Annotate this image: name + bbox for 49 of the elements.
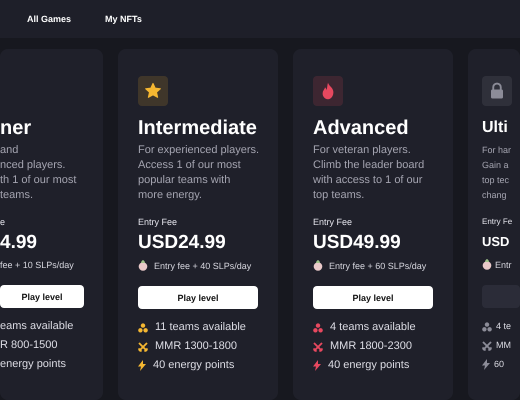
feature-text: MMR 1300-1800 bbox=[155, 340, 237, 353]
feature-text: 40 energy points bbox=[153, 359, 234, 372]
crossed-swords-icon bbox=[482, 340, 492, 350]
lightning-icon bbox=[482, 359, 490, 370]
tier-description: For veteran players. Climb the leader board with access to 1 of our top teams. bbox=[313, 143, 426, 203]
feature-text: R 800-1500 bbox=[0, 339, 58, 352]
team-dots-icon bbox=[313, 322, 323, 332]
tier-title: ner bbox=[0, 116, 32, 140]
play-level-button[interactable]: Play level bbox=[138, 286, 258, 309]
lightning-icon bbox=[138, 360, 146, 371]
feature-text: 4 te bbox=[496, 320, 512, 333]
feature-text: 60 bbox=[494, 358, 504, 371]
tier-description: For experienced players. Access 1 of our most popular teams with more energy. bbox=[138, 143, 258, 203]
tier-title: Intermediate bbox=[138, 116, 258, 140]
lightning-icon bbox=[313, 360, 321, 371]
feature-text: MM bbox=[496, 339, 511, 352]
reward-text: fee + 10 SLPs/day bbox=[0, 260, 74, 270]
tier-description: and nced players. th 1 of our most teams. bbox=[0, 143, 78, 203]
tier-title: Ulti bbox=[482, 118, 509, 138]
price: USD24.99 bbox=[138, 232, 227, 254]
entry-fee-label: Entry Fee bbox=[138, 217, 178, 227]
price: USD49.99 bbox=[313, 232, 402, 254]
play-level-button[interactable]: Play level bbox=[313, 286, 433, 309]
reward-text: Entry fee + 40 SLPs/day bbox=[154, 260, 252, 270]
crossed-swords-icon bbox=[313, 342, 323, 352]
feature-text: eams available bbox=[0, 320, 74, 333]
feature-text: MMR 1800-2300 bbox=[330, 340, 412, 353]
nav-link[interactable]: All Games bbox=[27, 14, 72, 24]
feature-text: 11 teams available bbox=[155, 321, 246, 334]
coin-icon bbox=[138, 260, 148, 271]
crossed-swords-icon bbox=[138, 342, 148, 352]
entry-fee-label: Entry Fee bbox=[313, 217, 354, 227]
entry-fee-label: e bbox=[0, 217, 6, 227]
price: USD bbox=[482, 233, 510, 251]
price: 4.99 bbox=[0, 232, 38, 254]
tier-title: Advanced bbox=[313, 116, 410, 140]
tier-description: For har Gain a top tec chang bbox=[482, 144, 512, 202]
feature-text: energy points bbox=[0, 358, 66, 371]
nav-link[interactable]: My NFTs bbox=[105, 14, 142, 24]
entry-fee-label: Entry Fe bbox=[482, 217, 514, 226]
coin-icon bbox=[482, 259, 492, 270]
team-dots-icon bbox=[482, 322, 492, 332]
coin-icon bbox=[313, 260, 323, 271]
reward-text: Entr bbox=[495, 260, 512, 270]
feature-text: 4 teams available bbox=[330, 321, 416, 334]
team-dots-icon bbox=[138, 322, 148, 332]
feature-text: 40 energy points bbox=[328, 359, 410, 372]
reward-text: Entry fee + 60 SLPs/day bbox=[329, 260, 426, 270]
play-level-button[interactable]: Play level bbox=[0, 285, 84, 308]
